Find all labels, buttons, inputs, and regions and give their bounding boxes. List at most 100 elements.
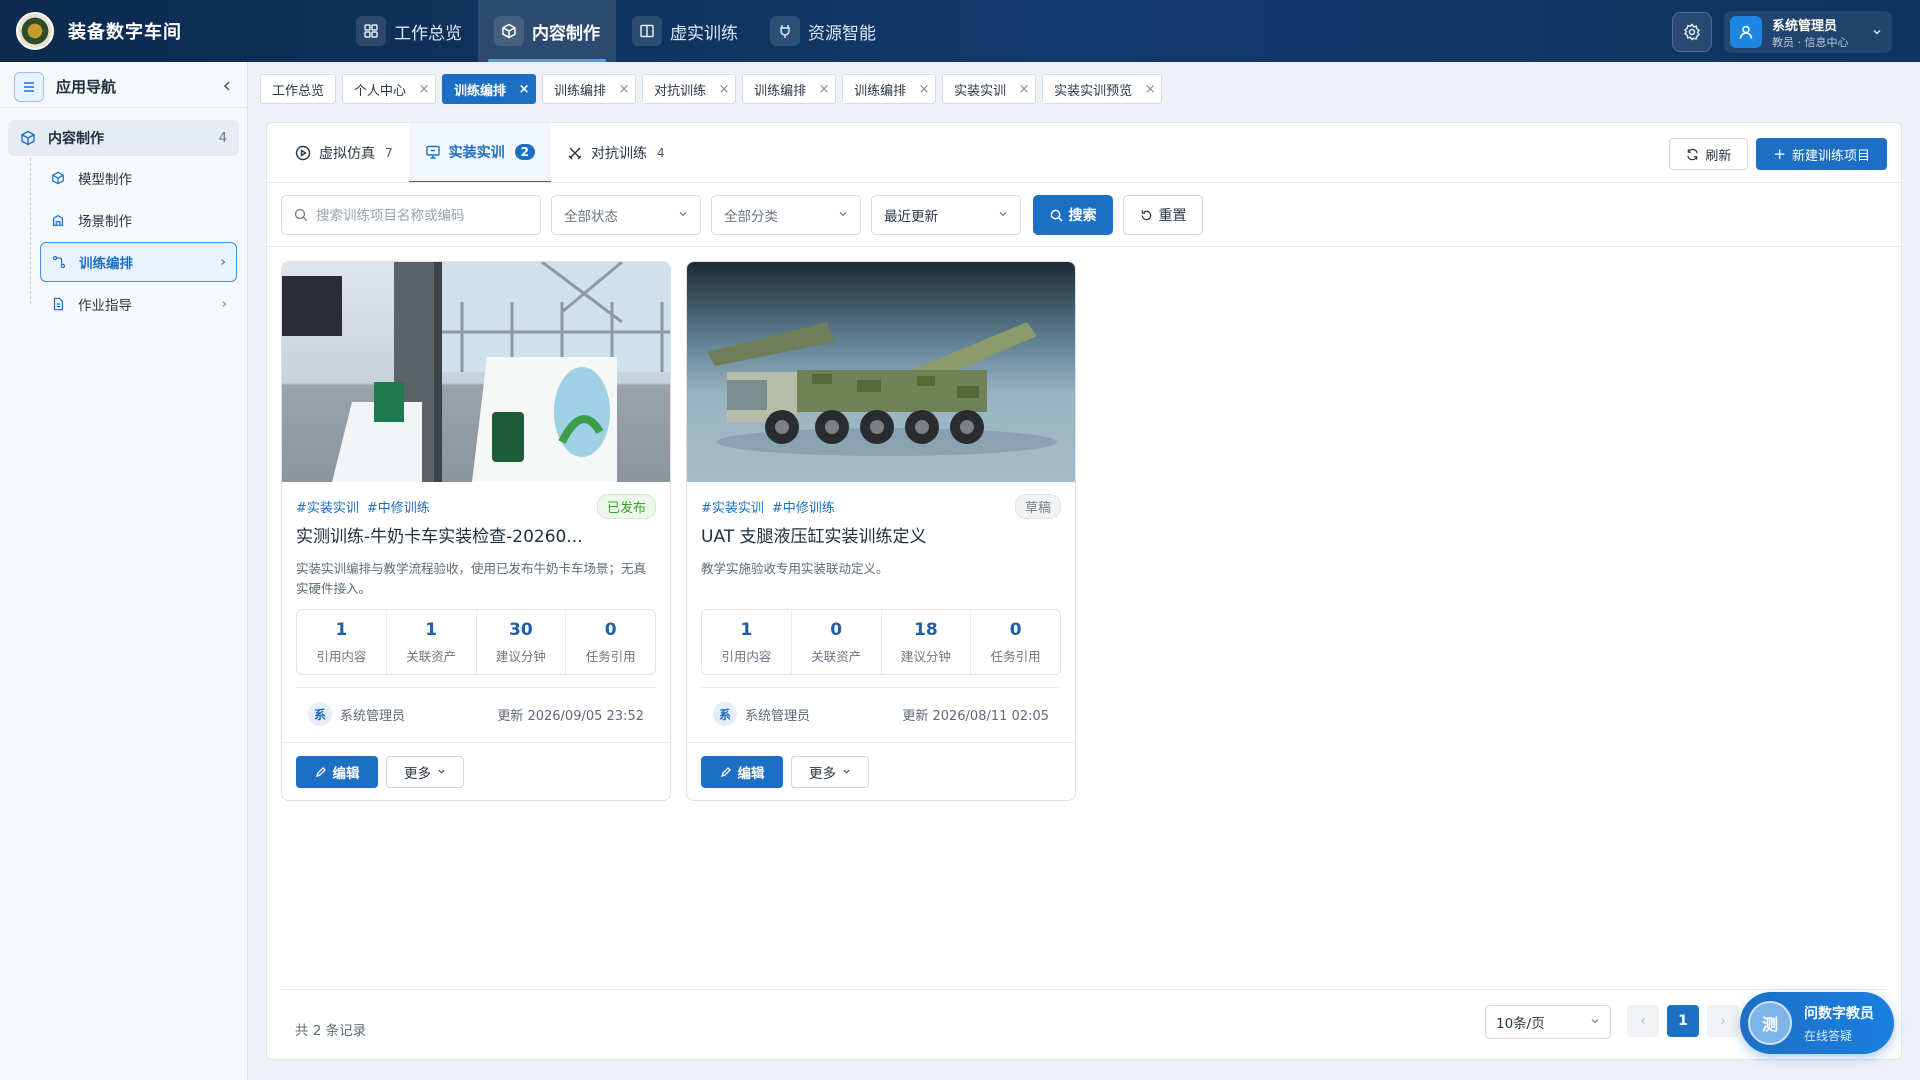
search-icon	[294, 208, 308, 222]
next-page-button[interactable]: ›	[1707, 1005, 1739, 1037]
tab-overview[interactable]: 工作总览	[260, 74, 337, 104]
divider	[281, 989, 1887, 990]
card-actions: 编辑 更多	[687, 742, 1075, 800]
nav-item-content[interactable]: 内容制作	[478, 0, 616, 62]
stat-value: 18	[914, 619, 938, 640]
page-number-button[interactable]: 1	[1667, 1005, 1699, 1037]
stat-item: 30 建议分钟	[477, 610, 567, 674]
close-icon[interactable]: ×	[717, 82, 735, 97]
assistant-avatar: 测	[1748, 1001, 1792, 1045]
sidebar-item-label: 作业指导	[78, 298, 132, 314]
edit-label: 编辑	[332, 765, 360, 782]
more-button[interactable]: 更多	[386, 755, 464, 788]
divider	[267, 182, 1901, 183]
tab-confrontation-training[interactable]: 对抗训练 4	[551, 123, 681, 183]
tab-label: 对抗训练	[654, 83, 707, 99]
chevron-down-icon	[843, 769, 850, 774]
tag[interactable]: #中修训练	[772, 497, 835, 516]
category-tabs: 虚拟仿真 7 实装实训 2 对抗训练 4	[279, 123, 681, 183]
category-select[interactable]: 全部分类	[711, 195, 861, 235]
category-select-value: 全部分类	[724, 209, 778, 225]
nav-item-overview[interactable]: 工作总览	[340, 0, 478, 62]
tab-training-orchestration[interactable]: 训练编排 ×	[742, 74, 837, 104]
card-stats: 1 引用内容 1 关联资产 30 建议分钟 0 任务引用	[296, 609, 656, 675]
training-card[interactable]: #实装实训 #中修训练 草稿 UAT 支腿液压缸实装训练定义 教学实施验收专用实…	[686, 261, 1076, 801]
status-select-value: 全部状态	[564, 209, 618, 225]
user-menu[interactable]: 系统管理员 教员 · 信息中心	[1724, 11, 1892, 53]
menu-toggle-button[interactable]	[14, 71, 44, 102]
search-input[interactable]	[316, 207, 526, 223]
stat-value: 30	[509, 619, 533, 640]
tab-training-orchestration[interactable]: 训练编排 ×	[842, 74, 937, 104]
sidebar-item-model[interactable]: 模型制作	[28, 158, 237, 198]
stat-label: 任务引用	[585, 648, 636, 664]
tab-label: 对抗训练	[591, 146, 647, 162]
sidebar-item-training-orchestration[interactable]: 训练编排 ›	[40, 242, 237, 282]
close-icon[interactable]: ×	[517, 82, 535, 97]
tab-equipment-training[interactable]: 实装实训 2	[408, 123, 551, 183]
tab-equipment-training-preview[interactable]: 实装实训预览 ×	[1042, 74, 1163, 104]
close-icon[interactable]: ×	[1017, 82, 1035, 97]
tab-training-orchestration[interactable]: 训练编排 ×	[542, 74, 637, 104]
tab-personal-center[interactable]: 个人中心 ×	[342, 74, 437, 104]
tab-virtual-simulation[interactable]: 虚拟仿真 7	[279, 123, 409, 183]
card-title[interactable]: UAT 支腿液压缸实装训练定义	[701, 522, 1061, 547]
settings-button[interactable]	[1672, 12, 1712, 52]
nav-item-training[interactable]: 虚实训练	[616, 0, 754, 62]
new-training-project-button[interactable]: + 新建训练项目	[1756, 138, 1887, 170]
close-icon[interactable]: ×	[1143, 82, 1161, 97]
stat-item: 0 关联资产	[792, 610, 882, 674]
tab-equipment-training[interactable]: 实装实训 ×	[942, 74, 1037, 104]
user-text: 系统管理员 教员 · 信息中心	[1772, 15, 1872, 50]
ask-assistant-button[interactable]: 测 问数字教员 在线答疑	[1740, 992, 1894, 1054]
tag[interactable]: #中修训练	[367, 497, 430, 516]
tag[interactable]: #实装实训	[701, 497, 764, 516]
sidebar-title: 应用导航	[56, 78, 117, 96]
close-icon[interactable]: ×	[917, 82, 935, 97]
nav-item-resources[interactable]: 资源智能	[754, 0, 892, 62]
tab-confrontation-training[interactable]: 对抗训练 ×	[642, 74, 737, 104]
chevron-down-icon	[998, 207, 1008, 223]
assistant-title: 问数字教员	[1804, 1005, 1874, 1022]
nav-label: 资源智能	[808, 23, 876, 44]
sidebar-item-work-guide[interactable]: 作业指导 ›	[28, 284, 237, 324]
stat-item: 18 建议分钟	[882, 610, 972, 674]
tab-training-orchestration-active[interactable]: 训练编排 ×	[442, 74, 537, 104]
training-card[interactable]: #实装实训 #中修训练 已发布 实测训练-牛奶卡车实装检查-20260... 实…	[281, 261, 671, 801]
tab-label: 训练编排	[554, 83, 607, 99]
stat-label: 引用内容	[316, 648, 367, 664]
card-title[interactable]: 实测训练-牛奶卡车实装检查-20260...	[296, 522, 656, 547]
prev-page-button[interactable]: ‹	[1627, 1005, 1659, 1037]
chevron-down-icon	[678, 207, 688, 223]
search-box[interactable]	[281, 195, 541, 235]
close-icon[interactable]: ×	[817, 82, 835, 97]
search-icon	[1050, 209, 1063, 222]
chevron-down-icon	[438, 769, 445, 774]
status-select[interactable]: 全部状态	[551, 195, 701, 235]
search-button[interactable]: 搜索	[1033, 195, 1113, 235]
user-role: 教员 · 信息中心	[1772, 35, 1849, 49]
refresh-icon	[1687, 148, 1699, 160]
sidebar-header: 应用导航	[0, 66, 247, 108]
more-button[interactable]: 更多	[791, 755, 869, 788]
collapse-sidebar-button[interactable]	[221, 77, 233, 96]
sort-select[interactable]: 最近更新	[871, 195, 1021, 235]
tab-count: 7	[385, 146, 393, 160]
sidebar-group-content[interactable]: 内容制作 4	[8, 120, 239, 156]
close-icon[interactable]: ×	[617, 82, 635, 97]
cube-icon	[494, 16, 524, 46]
tab-label: 实装实训预览	[1054, 83, 1133, 99]
sidebar-item-label: 模型制作	[78, 172, 132, 188]
card-thumbnail	[687, 262, 1075, 482]
chevron-right-icon: ›	[220, 254, 226, 270]
page-size-select[interactable]: 10条/页	[1485, 1005, 1611, 1039]
refresh-button[interactable]: 刷新	[1669, 138, 1749, 170]
reset-button[interactable]: 重置	[1123, 195, 1203, 235]
flow-icon	[51, 254, 67, 270]
close-icon[interactable]: ×	[417, 82, 435, 97]
edit-button[interactable]: 编辑	[701, 755, 783, 788]
top-bar: 装备数字车间 工作总览 内容制作 虚实训练 资源智能 系统管理员 教员 · 信息…	[0, 0, 1920, 62]
sidebar-item-scene[interactable]: 场景制作	[28, 200, 237, 240]
tag[interactable]: #实装实训	[296, 497, 359, 516]
edit-button[interactable]: 编辑	[296, 755, 378, 788]
